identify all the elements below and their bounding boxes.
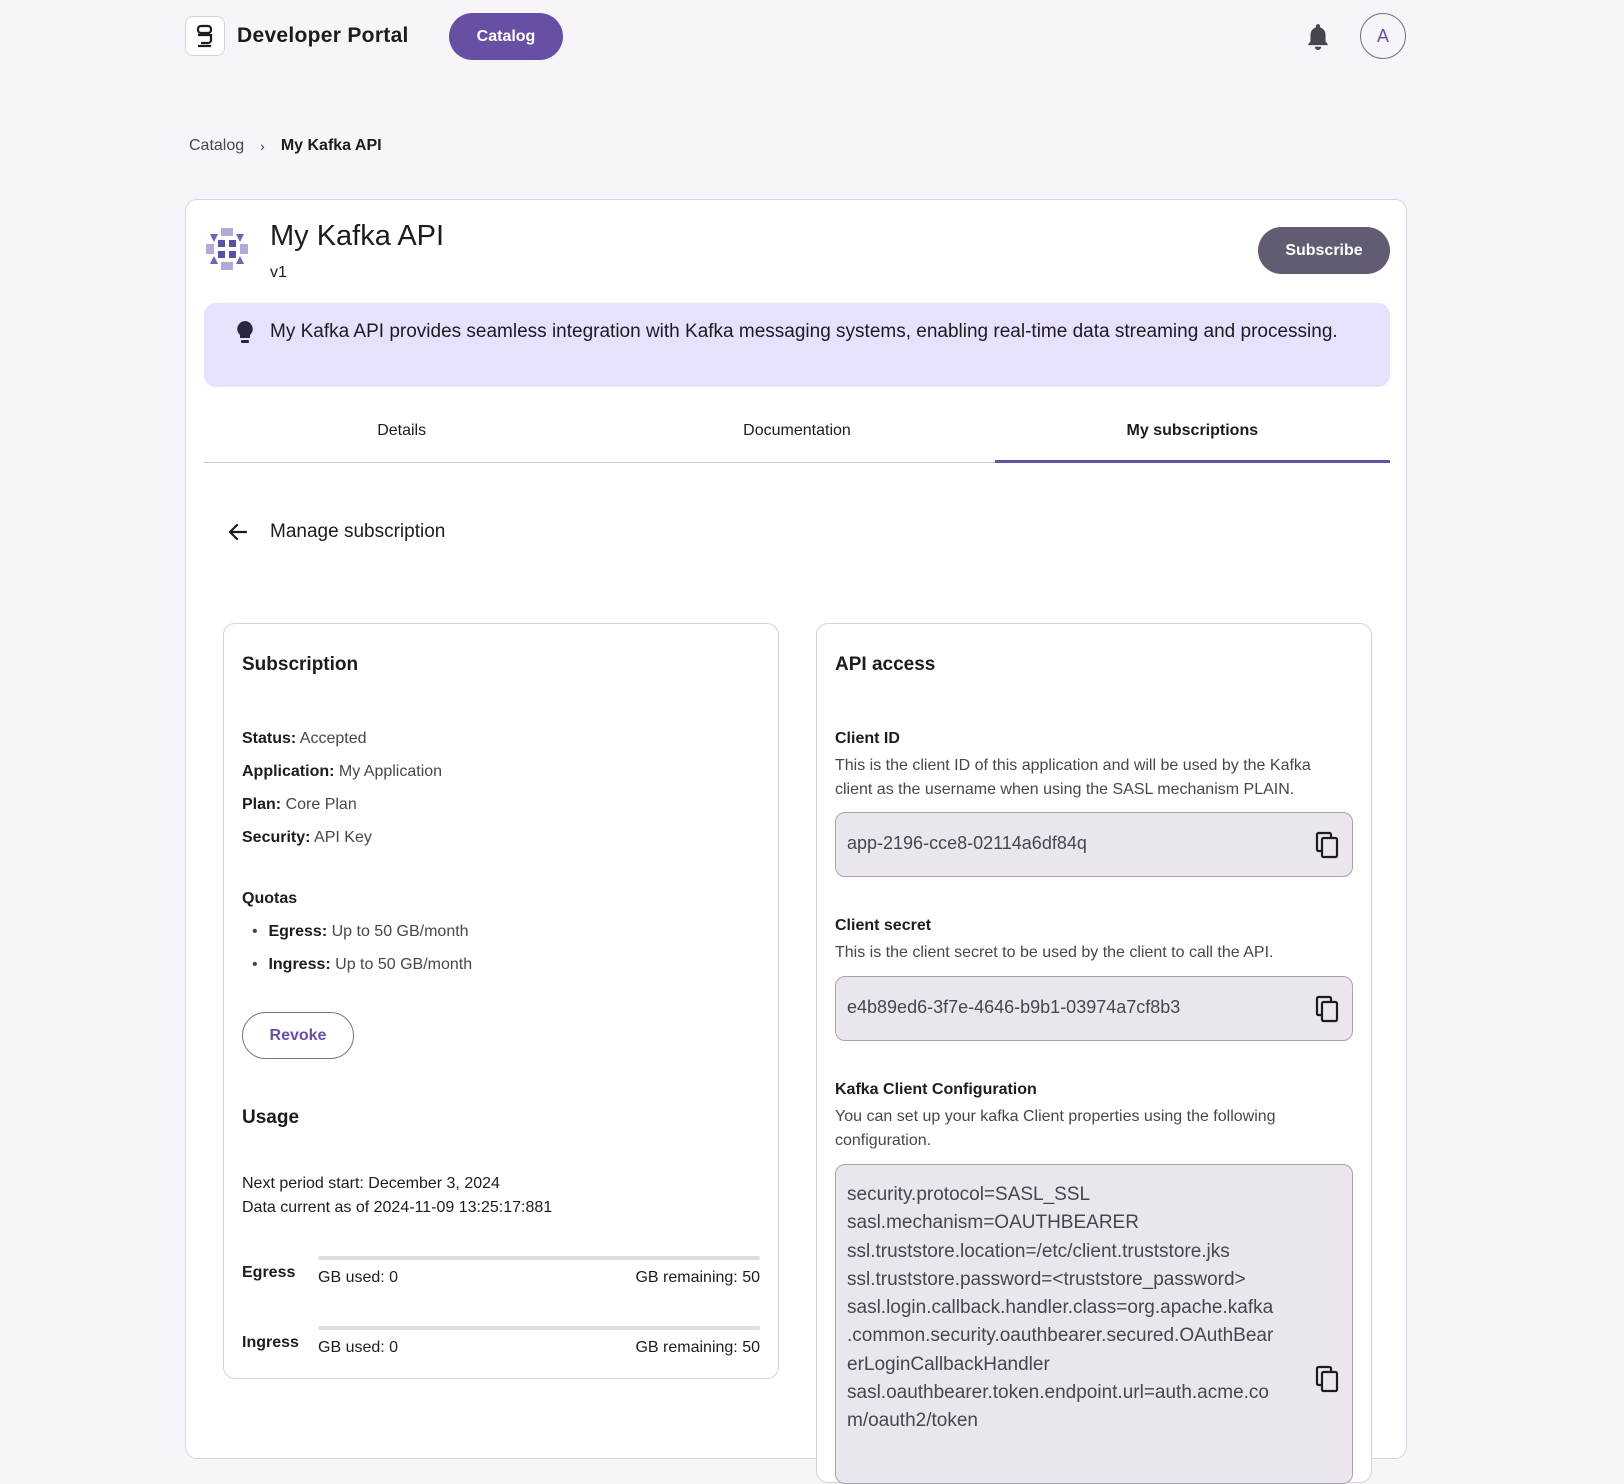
logo-glyph-icon bbox=[196, 24, 213, 48]
copy-icon[interactable] bbox=[1314, 831, 1340, 859]
chevron-right-icon: › bbox=[260, 138, 265, 154]
client-id-value[interactable]: app-2196-cce8-02114a6df84q bbox=[847, 833, 1087, 854]
notifications-bell-icon[interactable] bbox=[1305, 22, 1331, 50]
nav-catalog-button[interactable]: Catalog bbox=[449, 13, 563, 60]
user-avatar[interactable]: A bbox=[1360, 13, 1406, 59]
client-secret-field[interactable]: e4b89ed6-3f7e-4646-b9b1-03974a7cf8b3 bbox=[835, 976, 1353, 1041]
usage-ingress-label: Ingress bbox=[242, 1334, 299, 1351]
quotas-label: Quotas bbox=[242, 890, 298, 907]
subscribe-button[interactable]: Subscribe bbox=[1258, 227, 1390, 274]
subscription-card-title: Subscription bbox=[242, 654, 359, 675]
kafka-config-help: You can set up your kafka Client propert… bbox=[835, 1108, 1276, 1149]
usage-ingress-bar bbox=[318, 1326, 760, 1330]
copy-icon[interactable] bbox=[1314, 1365, 1340, 1393]
usage-next-period: Next period start: December 3, 2024 bbox=[242, 1175, 500, 1192]
client-secret-value[interactable]: e4b89ed6-3f7e-4646-b9b1-03974a7cf8b3 bbox=[847, 997, 1180, 1018]
api-identicon-icon bbox=[206, 228, 248, 270]
brand-title[interactable]: Developer Portal bbox=[237, 24, 409, 48]
breadcrumb-catalog-link[interactable]: Catalog bbox=[189, 137, 244, 155]
usage-egress-used: GB used: 0 bbox=[318, 1269, 399, 1286]
client-id-label: Client ID bbox=[835, 730, 900, 747]
tab-details[interactable]: Details bbox=[204, 405, 599, 462]
subscription-application: Application: My Application bbox=[242, 763, 443, 780]
manage-subscription-title: Manage subscription bbox=[270, 521, 446, 542]
api-description: My Kafka API provides seamless integrati… bbox=[270, 321, 1338, 342]
portal-logo-icon[interactable] bbox=[185, 16, 225, 56]
usage-egress-remaining: GB remaining: 50 bbox=[635, 1269, 760, 1286]
usage-ingress-used: GB used: 0 bbox=[318, 1339, 399, 1356]
client-id-help: This is the client ID of this applicatio… bbox=[835, 757, 1311, 798]
breadcrumb: Catalog › My Kafka API bbox=[189, 137, 382, 155]
usage-egress-bar bbox=[318, 1256, 760, 1260]
client-id-field[interactable]: app-2196-cce8-02114a6df84q bbox=[835, 812, 1353, 877]
subscription-security: Security: API Key bbox=[242, 829, 372, 846]
lightbulb-icon bbox=[237, 321, 253, 343]
copy-icon[interactable] bbox=[1314, 995, 1340, 1023]
api-version: v1 bbox=[270, 264, 287, 281]
usage-title: Usage bbox=[242, 1107, 300, 1128]
breadcrumb-current: My Kafka API bbox=[280, 137, 382, 154]
quota-ingress: • Ingress: Up to 50 GB/month bbox=[252, 956, 473, 973]
tab-documentation[interactable]: Documentation bbox=[599, 405, 994, 462]
subscription-card: Subscription Status: Accepted Applicatio… bbox=[223, 623, 779, 1379]
api-access-title: API access bbox=[835, 654, 936, 675]
api-title: My Kafka API bbox=[270, 220, 445, 252]
api-tabs: Details Documentation My subscriptions bbox=[204, 405, 1391, 463]
subscription-plan: Plan: Core Plan bbox=[242, 796, 357, 813]
usage-ingress-remaining: GB remaining: 50 bbox=[635, 1339, 760, 1356]
kafka-config-label: Kafka Client Configuration bbox=[835, 1081, 1037, 1098]
api-access-card: API access Client ID This is the client … bbox=[816, 623, 1372, 1484]
arrow-back-icon[interactable] bbox=[226, 520, 250, 544]
client-secret-label: Client secret bbox=[835, 917, 932, 934]
tab-my-subscriptions[interactable]: My subscriptions bbox=[994, 405, 1391, 463]
usage-data-current: Data current as of 2024-11-09 13:25:17:8… bbox=[242, 1199, 553, 1216]
kafka-config-value[interactable]: security.protocol=SASL_SSL sasl.mechanis… bbox=[847, 1181, 1307, 1436]
top-bar: Developer Portal Catalog A bbox=[0, 0, 1624, 74]
api-detail-card: My Kafka API v1 Subscribe My Kafka API p… bbox=[185, 199, 1407, 1484]
kafka-config-field[interactable]: security.protocol=SASL_SSL sasl.mechanis… bbox=[835, 1164, 1353, 1484]
api-description-banner: My Kafka API provides seamless integrati… bbox=[204, 303, 1390, 387]
usage-egress-label: Egress bbox=[242, 1264, 296, 1281]
client-secret-help: This is the client secret to be used by … bbox=[835, 944, 1274, 961]
quota-egress: • Egress: Up to 50 GB/month bbox=[252, 923, 469, 940]
revoke-button[interactable]: Revoke bbox=[242, 1012, 354, 1059]
subscription-status: Status: Accepted bbox=[242, 730, 367, 747]
